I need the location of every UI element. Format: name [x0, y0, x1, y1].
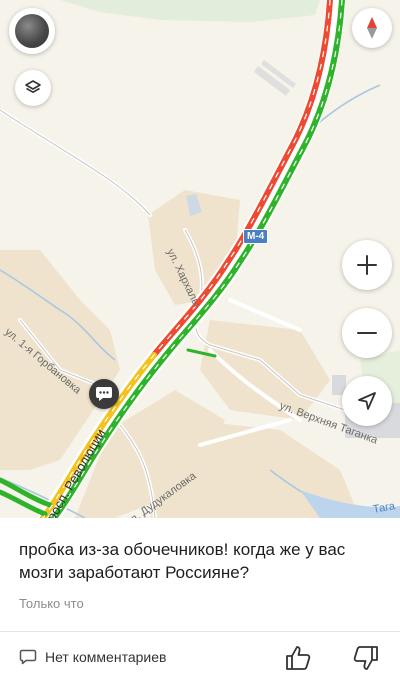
- dislike-button[interactable]: [351, 643, 381, 673]
- replies-label: Нет комментариев: [45, 649, 167, 665]
- zoom-in-button[interactable]: [342, 240, 392, 290]
- highway-shield-m4: M-4: [243, 229, 269, 244]
- compass-icon: [367, 17, 377, 39]
- speech-bubble-icon: [19, 649, 37, 665]
- zoom-out-button[interactable]: [342, 308, 392, 358]
- compass-button[interactable]: [352, 8, 392, 48]
- my-location-button[interactable]: [342, 376, 392, 426]
- app-root: ул. Хархалы ул. 1-я Горбановка просп. Ре…: [0, 0, 400, 685]
- comment-timestamp: Только что: [19, 596, 84, 611]
- plus-icon: [357, 255, 377, 275]
- chat-bubble-icon: [96, 387, 112, 401]
- thumbs-up-icon: [286, 646, 311, 670]
- road-event-comment-pin[interactable]: [89, 379, 119, 409]
- profile-avatar-button[interactable]: [9, 8, 55, 54]
- layers-icon: [25, 80, 41, 93]
- like-button[interactable]: [283, 643, 313, 673]
- replies-link[interactable]: Нет комментариев: [19, 648, 166, 666]
- map-layers-button[interactable]: [15, 70, 51, 106]
- thumbs-down-icon: [353, 646, 378, 670]
- user-avatar-icon: [15, 14, 49, 48]
- map-view[interactable]: ул. Хархалы ул. 1-я Горбановка просп. Ре…: [0, 0, 400, 518]
- navigation-arrow-icon: [358, 392, 376, 410]
- map-canvas: [0, 0, 400, 518]
- comment-text: пробка из-за обочечников! когда же у вас…: [19, 540, 346, 582]
- comment-panel: пробка из-за обочечников! когда же у вас…: [0, 518, 400, 685]
- divider: [0, 631, 400, 632]
- minus-icon: [357, 332, 377, 334]
